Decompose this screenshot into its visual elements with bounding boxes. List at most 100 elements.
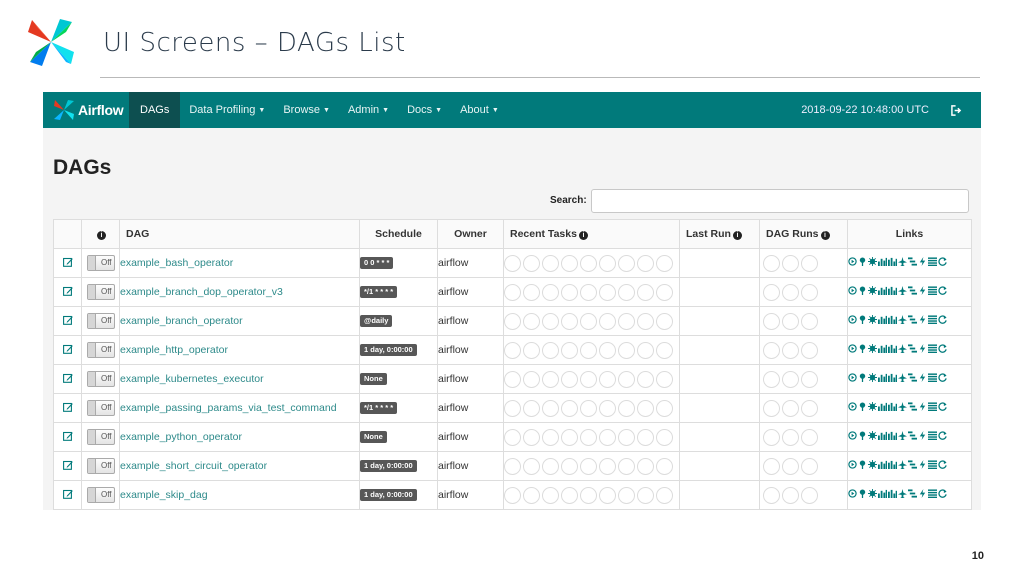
edit-icon[interactable] — [62, 257, 73, 270]
graph-view-icon[interactable] — [868, 315, 877, 324]
task-state-circle[interactable] — [542, 428, 559, 446]
task-state-circle[interactable] — [523, 370, 540, 388]
task-tries-icon[interactable] — [888, 373, 897, 382]
edit-icon[interactable] — [62, 344, 73, 357]
logs-icon[interactable] — [928, 431, 937, 440]
task-state-circle[interactable] — [637, 370, 654, 388]
task-state-circle[interactable] — [504, 486, 521, 504]
logs-icon[interactable] — [928, 315, 937, 324]
task-state-circle[interactable] — [599, 254, 616, 272]
task-state-circle[interactable] — [637, 312, 654, 330]
logs-icon[interactable] — [928, 373, 937, 382]
landing-times-icon[interactable] — [898, 489, 907, 498]
task-state-circle[interactable] — [542, 370, 559, 388]
task-state-circle[interactable] — [599, 283, 616, 301]
logs-icon[interactable] — [928, 286, 937, 295]
tree-view-icon[interactable] — [858, 286, 867, 295]
refresh-icon[interactable] — [938, 402, 947, 411]
task-duration-icon[interactable] — [878, 402, 887, 411]
dag-toggle-switch[interactable]: Off — [86, 429, 115, 445]
nav-data-profiling[interactable]: Data Profiling ▼ — [180, 92, 274, 128]
task-state-circle[interactable] — [599, 341, 616, 359]
task-state-circle[interactable] — [656, 486, 673, 504]
task-duration-icon[interactable] — [878, 257, 887, 266]
refresh-icon[interactable] — [938, 489, 947, 498]
task-state-circle[interactable] — [542, 254, 559, 272]
gantt-icon[interactable] — [908, 460, 917, 469]
gantt-icon[interactable] — [908, 431, 917, 440]
task-state-circle[interactable] — [523, 312, 540, 330]
gantt-icon[interactable] — [908, 373, 917, 382]
code-view-icon[interactable] — [918, 373, 927, 382]
gantt-icon[interactable] — [908, 315, 917, 324]
dag-name-link[interactable]: example_python_operator — [119, 422, 360, 452]
tree-view-icon[interactable] — [858, 344, 867, 353]
nav-dags[interactable]: DAGs — [129, 92, 181, 128]
dag-name-link[interactable]: example_passing_params_via_test_command — [119, 393, 360, 423]
edit-icon[interactable] — [62, 431, 73, 444]
dag-run-circle[interactable] — [782, 341, 799, 359]
dag-run-circle[interactable] — [782, 457, 799, 475]
edit-icon[interactable] — [62, 286, 73, 299]
graph-view-icon[interactable] — [868, 373, 877, 382]
gantt-icon[interactable] — [908, 489, 917, 498]
task-state-circle[interactable] — [561, 399, 578, 417]
task-state-circle[interactable] — [504, 312, 521, 330]
task-state-circle[interactable] — [580, 370, 597, 388]
task-state-circle[interactable] — [523, 283, 540, 301]
gantt-icon[interactable] — [908, 344, 917, 353]
task-duration-icon[interactable] — [878, 460, 887, 469]
task-state-circle[interactable] — [618, 428, 635, 446]
tree-view-icon[interactable] — [858, 402, 867, 411]
graph-view-icon[interactable] — [868, 431, 877, 440]
trigger-dag-icon[interactable] — [848, 286, 857, 295]
task-state-circle[interactable] — [542, 486, 559, 504]
dag-run-circle[interactable] — [763, 457, 780, 475]
dag-run-circle[interactable] — [801, 457, 818, 475]
landing-times-icon[interactable] — [898, 286, 907, 295]
task-state-circle[interactable] — [580, 254, 597, 272]
trigger-dag-icon[interactable] — [848, 460, 857, 469]
task-tries-icon[interactable] — [888, 257, 897, 266]
task-state-circle[interactable] — [656, 428, 673, 446]
dag-run-circle[interactable] — [801, 399, 818, 417]
search-input[interactable] — [591, 189, 969, 213]
trigger-dag-icon[interactable] — [848, 315, 857, 324]
dag-name-link[interactable]: example_skip_dag — [119, 480, 360, 510]
landing-times-icon[interactable] — [898, 402, 907, 411]
dag-name-link[interactable]: example_http_operator — [119, 335, 360, 365]
dag-name-link[interactable]: example_short_circuit_operator — [119, 451, 360, 481]
task-state-circle[interactable] — [656, 457, 673, 475]
logs-icon[interactable] — [928, 402, 937, 411]
nav-about[interactable]: About ▼ — [451, 92, 508, 128]
task-duration-icon[interactable] — [878, 373, 887, 382]
dag-run-circle[interactable] — [782, 399, 799, 417]
task-state-circle[interactable] — [618, 370, 635, 388]
task-state-circle[interactable] — [637, 254, 654, 272]
task-state-circle[interactable] — [656, 312, 673, 330]
task-tries-icon[interactable] — [888, 460, 897, 469]
navbar-brand[interactable]: Airflow — [43, 92, 129, 128]
task-state-circle[interactable] — [561, 312, 578, 330]
trigger-dag-icon[interactable] — [848, 402, 857, 411]
task-state-circle[interactable] — [599, 370, 616, 388]
dag-run-circle[interactable] — [801, 254, 818, 272]
dag-run-circle[interactable] — [801, 283, 818, 301]
code-view-icon[interactable] — [918, 286, 927, 295]
refresh-icon[interactable] — [938, 344, 947, 353]
dag-name-link[interactable]: example_branch_operator — [119, 306, 360, 336]
task-tries-icon[interactable] — [888, 315, 897, 324]
tree-view-icon[interactable] — [858, 257, 867, 266]
task-state-circle[interactable] — [580, 399, 597, 417]
task-state-circle[interactable] — [561, 486, 578, 504]
graph-view-icon[interactable] — [868, 286, 877, 295]
task-state-circle[interactable] — [504, 457, 521, 475]
trigger-dag-icon[interactable] — [848, 489, 857, 498]
landing-times-icon[interactable] — [898, 315, 907, 324]
dag-run-circle[interactable] — [801, 370, 818, 388]
dag-run-circle[interactable] — [763, 486, 780, 504]
task-state-circle[interactable] — [504, 370, 521, 388]
edit-icon[interactable] — [62, 315, 73, 328]
task-state-circle[interactable] — [637, 428, 654, 446]
landing-times-icon[interactable] — [898, 431, 907, 440]
